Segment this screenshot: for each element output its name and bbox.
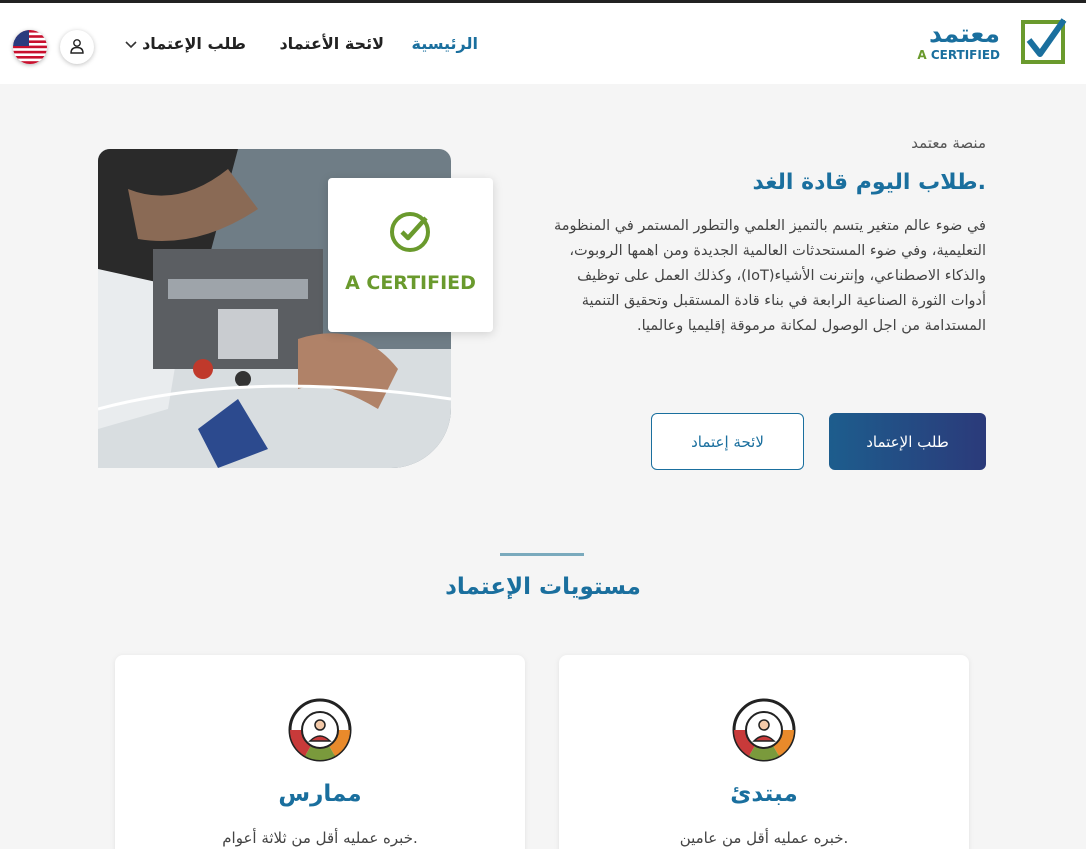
level-title: مبتدئ <box>730 781 798 807</box>
nav-home-link[interactable]: الرئيسية <box>412 34 479 53</box>
checkmark-icon <box>390 212 430 252</box>
levels-section-title: مستويات الإعتماد <box>445 574 641 600</box>
level-card-practitioner[interactable]: ممارس خبره عمليه أقل من ثلاثة أعوام. <box>115 655 525 849</box>
site-header: معتمد A CERTIFIED الرئيسية لائحة الأعتما… <box>0 3 1086 84</box>
hero-title: طلاب اليوم قادة الغد. <box>752 170 986 195</box>
level-wheel-icon <box>732 698 796 762</box>
level-title: ممارس <box>278 781 362 807</box>
logo-check-icon <box>1021 18 1067 64</box>
level-wheel-icon <box>288 698 352 762</box>
platform-label: منصة معتمد <box>911 134 986 152</box>
apply-button[interactable]: طلب الإعتماد <box>829 413 986 470</box>
certified-badge-card: A CERTIFIED <box>328 178 493 332</box>
nav-list-link[interactable]: لائحة الأعتماد <box>279 34 384 53</box>
logo-english-text: A CERTIFIED <box>917 48 1000 62</box>
level-card-beginner[interactable]: مبتدئ خبره عمليه أقل من عامين. <box>559 655 969 849</box>
user-account-button[interactable] <box>60 30 94 64</box>
accreditation-list-button[interactable]: لائحة إعتماد <box>651 413 804 470</box>
hero-description: في ضوء عالم متغير يتسم بالتميز العلمي وا… <box>554 218 986 334</box>
certified-badge-text: A CERTIFIED <box>345 272 476 294</box>
us-flag-icon <box>13 30 47 64</box>
level-description: خبره عمليه أقل من عامين. <box>679 829 849 847</box>
language-flag-button[interactable] <box>13 30 47 64</box>
chevron-down-icon[interactable] <box>124 39 138 49</box>
site-logo[interactable]: معتمد A CERTIFIED <box>917 17 1068 71</box>
user-icon <box>70 39 84 54</box>
section-divider <box>500 553 584 556</box>
level-description: خبره عمليه أقل من ثلاثة أعوام. <box>222 829 418 847</box>
logo-arabic-text: معتمد <box>929 19 1000 48</box>
nav-apply-dropdown[interactable]: طلب الإعتماد <box>142 34 246 53</box>
